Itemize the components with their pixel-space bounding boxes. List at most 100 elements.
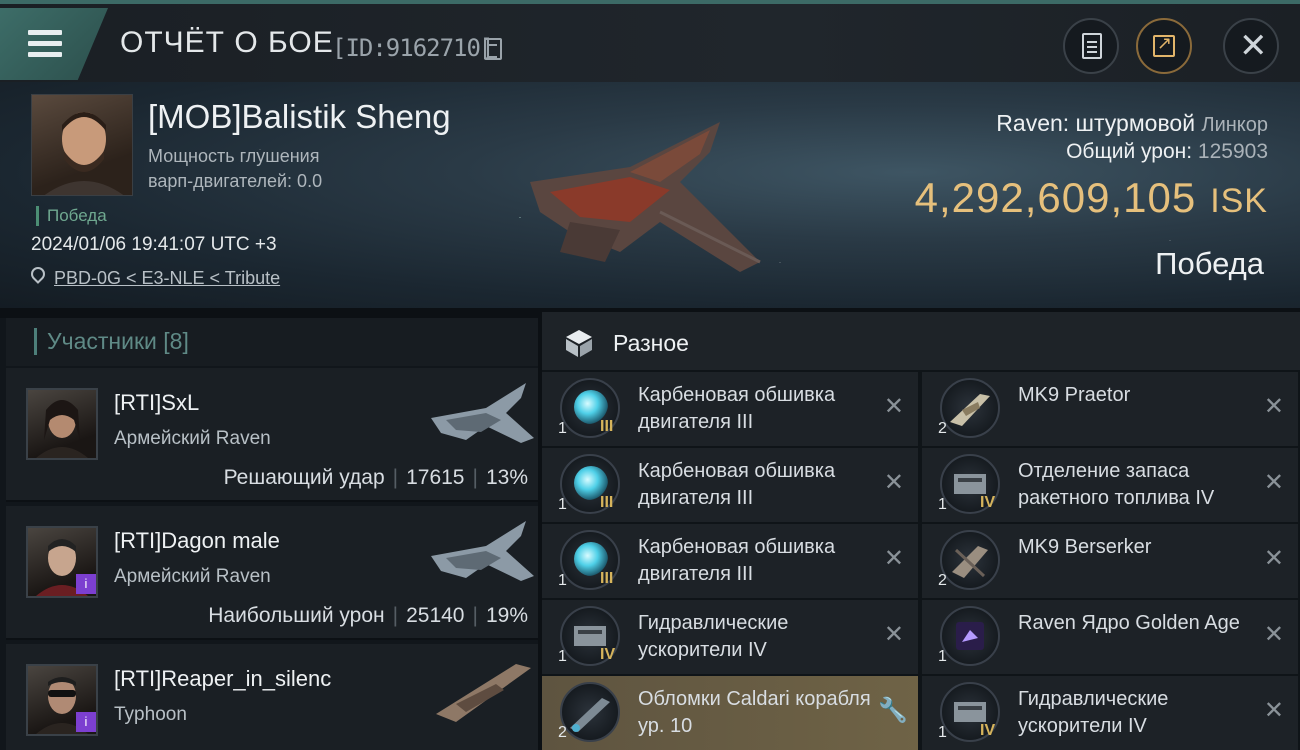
cube-icon	[566, 330, 592, 357]
participant-percent: 19%	[485, 604, 528, 627]
item-quantity: 1	[558, 420, 567, 437]
item-quantity: 1	[558, 572, 567, 589]
item-quantity: 1	[558, 496, 567, 513]
report-id: [ID:9162710]	[332, 34, 494, 62]
item-name: MK9 Praetor	[1018, 384, 1131, 406]
item-name: MK9 Berserker	[1018, 536, 1152, 558]
participant-ship: Армейский Raven	[114, 428, 271, 449]
item-quantity: 2	[558, 724, 567, 741]
item-row[interactable]: 1 Raven Ядро Golden Age ✕	[922, 600, 1298, 674]
close-icon: ✕	[1239, 26, 1268, 66]
item-name: Обломки Caldari корабля ур. 10	[638, 688, 871, 737]
item-name: Карбеновая обшивка двигателя III	[638, 384, 836, 433]
jam-label-line-2: варп-двигателей: 0.0	[148, 171, 323, 191]
ship-core-icon	[940, 606, 1000, 666]
item-tech-level: IV	[600, 646, 616, 663]
destroyed-x-icon: ✕	[1263, 544, 1284, 572]
item-quantity: 1	[938, 496, 947, 513]
item-name: Raven Ядро Golden Age	[1018, 612, 1240, 634]
battle-datetime: 2024/01/06 19:41:07 UTC +3	[31, 234, 277, 255]
destroyed-x-icon: ✕	[1263, 392, 1284, 420]
victim-ship-class: Линкор	[1201, 114, 1268, 136]
item-row[interactable]: 2 Обломки Caldari корабля ур. 10 🔧	[542, 676, 918, 750]
destroyed-x-icon: ✕	[1263, 620, 1284, 648]
item-quantity: 2	[938, 572, 947, 589]
item-quantity: 2	[938, 420, 947, 437]
misc-items-panel: Разное 1 III Карбеновая обшивка двигател…	[542, 312, 1300, 750]
destroyed-x-icon: ✕	[883, 544, 904, 572]
participant-damage: 17615	[406, 466, 465, 489]
item-tech-level: III	[600, 570, 614, 587]
item-row[interactable]: 1 III Карбеновая обшивка двигателя III ✕	[542, 524, 918, 598]
item-quantity: 1	[938, 648, 947, 665]
close-button[interactable]: ✕	[1223, 18, 1279, 74]
participant-row[interactable]: [RTI]SxL Армейский Raven Решающий удар | 1…	[6, 368, 538, 502]
participants-header: Участники [8]	[6, 318, 538, 366]
participants-panel: Участники [8] [RTI]SxL Армейский Raven Р…	[0, 318, 538, 750]
warp-jam-strength: Мощность глушения варп-двигателей: 0.0	[148, 144, 322, 194]
participant-name: [RTI]SxL	[114, 390, 200, 415]
avatar	[26, 388, 98, 460]
destroyed-x-icon: ✕	[1263, 468, 1284, 496]
item-tech-level: IV	[980, 494, 996, 511]
item-tech-level: IV	[980, 722, 996, 739]
participant-row[interactable]: i [RTI]Reaper_in_silenc Typhoon	[6, 644, 538, 750]
item-name: Карбеновая обшивка двигателя III	[638, 536, 836, 585]
item-row[interactable]: 1 IV Гидравлические ускорители IV ✕	[922, 676, 1298, 750]
copy-icon[interactable]	[484, 38, 502, 60]
item-row[interactable]: 1 III Карбеновая обшивка двигателя III ✕	[542, 448, 918, 522]
info-badge-icon: i	[76, 574, 96, 594]
location-pin-icon	[28, 264, 48, 284]
item-quantity: 1	[558, 648, 567, 665]
participant-stats: Решающий удар | 17615 | 13%	[223, 466, 528, 489]
wrench-icon[interactable]: 🔧	[878, 696, 908, 724]
participant-damage: 25140	[406, 604, 465, 627]
item-row[interactable]: 2 MK9 Praetor ✕	[922, 372, 1298, 446]
header-bar: ОТЧЁТ О БОЕ [ID:9162710] ✕	[0, 0, 1300, 82]
misc-title: Разное	[613, 330, 689, 356]
item-row[interactable]: 2 MK9 Berserker ✕	[922, 524, 1298, 598]
item-row[interactable]: 1 IV Отделение запаса ракетного топлива …	[922, 448, 1298, 522]
misc-header: Разное	[542, 312, 1300, 370]
participant-percent: 13%	[485, 466, 528, 489]
participant-role: Решающий удар	[223, 466, 385, 489]
participant-name: [RTI]Reaper_in_silenc	[114, 666, 332, 691]
item-tech-level: III	[600, 418, 614, 435]
share-icon	[1153, 33, 1175, 57]
destroyed-x-icon: ✕	[883, 620, 904, 648]
clipboard-icon	[1082, 33, 1102, 59]
share-button[interactable]	[1136, 18, 1192, 74]
total-damage: Общий урон: 125903	[1066, 140, 1268, 164]
victim-ship-name: Raven: штурмовой	[996, 110, 1196, 136]
item-row[interactable]: 1 III Карбеновая обшивка двигателя III ✕	[542, 372, 918, 446]
destroyed-x-icon: ✕	[883, 468, 904, 496]
victim-summary: [MOB]Balistik Sheng Мощность глушения ва…	[0, 82, 1300, 308]
info-badge-icon: i	[76, 712, 96, 732]
participant-ship: Typhoon	[114, 704, 187, 725]
victim-portrait[interactable]	[31, 94, 133, 196]
total-damage-label: Общий урон:	[1066, 140, 1193, 163]
item-name: Отделение запаса ракетного топлива IV	[1018, 460, 1215, 509]
destroyed-x-icon: ✕	[883, 392, 904, 420]
page-title: ОТЧЁТ О БОЕ	[120, 26, 334, 59]
participant-ship: Армейский Raven	[114, 566, 271, 587]
item-name: Гидравлические ускорители IV	[1018, 688, 1169, 737]
hamburger-menu-icon[interactable]	[0, 8, 108, 80]
participant-stats: Наибольший урон | 25140 | 19%	[208, 604, 528, 627]
isk-value: 4,292,609,105 ISK	[915, 174, 1268, 222]
item-row[interactable]: 1 IV Гидравлические ускорители IV ✕	[542, 600, 918, 674]
victim-name[interactable]: [MOB]Balistik Sheng	[148, 98, 451, 136]
item-name: Гидравлические ускорители IV	[638, 612, 789, 661]
drone-icon	[940, 378, 1000, 438]
battle-location-link[interactable]: PBD-0G < E3-NLE < Tribute	[54, 268, 280, 289]
jam-label-line-1: Мощность глушения	[148, 146, 320, 166]
participant-ship-image	[431, 383, 534, 443]
participant-ship-image	[436, 664, 531, 722]
item-tech-level: III	[600, 494, 614, 511]
clipboard-button[interactable]	[1063, 18, 1119, 74]
victim-ship-image	[530, 122, 761, 272]
isk-unit: ISK	[1210, 182, 1268, 220]
item-quantity: 1	[938, 724, 947, 741]
participant-role: Наибольший урон	[208, 604, 385, 627]
participant-row[interactable]: i [RTI]Dagon male Армейский Raven Наибол…	[6, 506, 538, 640]
